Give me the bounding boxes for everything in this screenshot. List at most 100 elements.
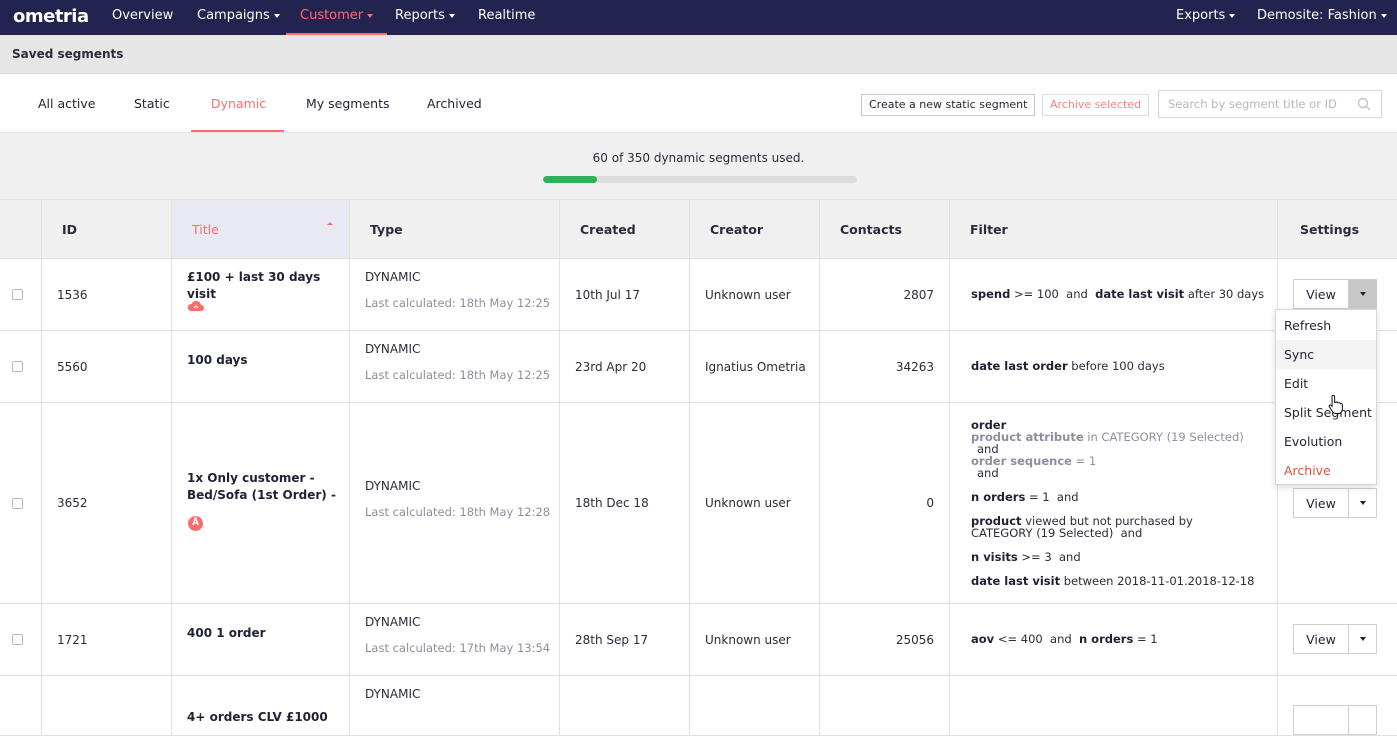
filter-field: spend [971, 287, 1011, 301]
header-label: Type [370, 222, 403, 237]
created-date: 23rd Apr 20 [575, 360, 647, 374]
header-contacts[interactable]: Contacts [820, 200, 950, 259]
segment-id: 5560 [57, 360, 88, 374]
segment-title[interactable]: 400 1 order [187, 625, 266, 642]
ometria-logo[interactable]: ometria [13, 6, 89, 27]
segment-title[interactable]: 1x Only customer - Bed/Sofa (1st Order) … [187, 470, 337, 504]
filter-field: n orders [971, 490, 1026, 504]
created-date: 10th Jul 17 [575, 288, 640, 302]
hand-cursor-icon [1328, 395, 1343, 414]
creator: Ignatius Ometria [705, 360, 806, 374]
caret-down-icon [1360, 501, 1366, 505]
caret-down-icon [367, 13, 374, 18]
creator: Unknown user [705, 288, 791, 302]
nav-reports[interactable]: Reports [395, 0, 455, 35]
create-static-segment-button[interactable]: Create a new static segment [861, 94, 1036, 116]
nav-demosite[interactable]: Demosite: Fashion [1257, 0, 1387, 35]
menu-item-evolution[interactable]: Evolution [1276, 427, 1376, 456]
view-button[interactable]: View [1294, 496, 1348, 511]
nav-customer[interactable]: Customer [286, 0, 388, 35]
filter-operator: after 30 days [1187, 287, 1265, 301]
segment-type: DYNAMIC [365, 615, 421, 629]
menu-item-edit[interactable]: Edit [1276, 369, 1376, 398]
filter-operator: >= 3 [1021, 550, 1052, 564]
header-label: Contacts [840, 222, 902, 237]
nav-campaigns[interactable]: Campaigns [197, 0, 280, 35]
contacts-count: 0 [926, 496, 934, 510]
search-icon[interactable] [1357, 97, 1371, 111]
filter-operator: before 100 days [1071, 359, 1165, 373]
header-settings: Settings [1278, 200, 1397, 259]
header-id[interactable]: ID [42, 200, 172, 259]
segment-id: 3652 [57, 496, 88, 510]
header-created[interactable]: Created [560, 200, 690, 259]
segment-filter: order product attribute in CATEGORY (19 … [950, 403, 1278, 604]
filter-field: aov [971, 632, 995, 646]
segment-filter: date last order before 100 days [971, 360, 1165, 372]
nav-label: Customer [300, 8, 364, 23]
nav-label: Overview [112, 8, 174, 23]
view-button[interactable]: View [1294, 632, 1348, 647]
filter-operator: CATEGORY (19 Selected) [971, 526, 1114, 540]
archive-selected-button[interactable]: Archive selected [1042, 94, 1150, 116]
sort-ascending-icon [327, 222, 333, 225]
filter-operator: = 1 [1136, 632, 1158, 646]
usage-text: 60 of 350 dynamic segments used. [592, 151, 805, 165]
segment-title[interactable]: 100 days [187, 352, 248, 369]
header-label: Settings [1300, 222, 1360, 237]
caret-down-icon [273, 13, 280, 18]
filter-field: date last visit [971, 574, 1061, 588]
nav-realtime[interactable]: Realtime [478, 0, 535, 35]
segment-title[interactable]: £100 + last 30 days visit [187, 269, 349, 303]
menu-item-refresh[interactable]: Refresh [1276, 311, 1376, 340]
search-input[interactable] [1159, 91, 1349, 117]
nav-overview[interactable]: Overview [112, 0, 173, 35]
filter-and: and [1120, 526, 1143, 540]
segment-search [1158, 90, 1382, 118]
tab-dynamic[interactable]: Dynamic [211, 96, 266, 111]
nav-label: Campaigns [197, 8, 270, 23]
row-checkbox[interactable] [12, 289, 23, 300]
tab-static[interactable]: Static [134, 96, 170, 111]
creator: Unknown user [705, 633, 791, 647]
settings-dropdown-toggle[interactable] [1348, 625, 1377, 653]
view-button[interactable]: View [1294, 287, 1348, 302]
nav-exports[interactable]: Exports [1176, 0, 1236, 35]
tab-all-active[interactable]: All active [38, 96, 95, 111]
settings-dropdown-toggle[interactable] [1348, 280, 1377, 308]
row-checkbox[interactable] [12, 361, 23, 372]
filter-operator: = 1 [1075, 454, 1097, 468]
segment-usage-panel: 60 of 350 dynamic segments used. [0, 132, 1397, 200]
tab-archived[interactable]: Archived [427, 96, 482, 111]
caret-down-icon [1229, 13, 1236, 18]
filter-and: and [977, 466, 999, 480]
tab-my-segments[interactable]: My segments [306, 96, 390, 111]
last-calculated: Last calculated: 18th May 12:25 [365, 368, 551, 382]
menu-item-archive[interactable]: Archive [1276, 456, 1376, 485]
contacts-count: 34263 [895, 360, 934, 374]
settings-dropdown-toggle[interactable] [1348, 489, 1377, 517]
header-type[interactable]: Type [350, 200, 560, 259]
header-label: Filter [970, 222, 1008, 237]
filter-field: date last order [971, 359, 1068, 373]
settings-dropdown-toggle[interactable] [1348, 706, 1377, 734]
creator: Unknown user [705, 496, 791, 510]
segment-filter: aov <= 400 and n orders = 1 [971, 633, 1158, 645]
menu-item-split-segment[interactable]: Split Segment [1276, 398, 1376, 427]
segment-filter: spend >= 100 and date last visit after 3… [971, 288, 1264, 300]
menu-item-sync[interactable]: Sync [1276, 340, 1376, 369]
segment-title[interactable]: 4+ orders CLV £1000 [187, 709, 328, 726]
filter-operator: between 2018-11-01.2018-12-18 [1063, 574, 1255, 588]
cloud-sync-icon [187, 300, 204, 311]
filter-and: and [1066, 287, 1088, 301]
header-creator[interactable]: Creator [690, 200, 820, 259]
header-title[interactable]: Title [172, 200, 350, 259]
header-filter[interactable]: Filter [950, 200, 1278, 259]
row-checkbox[interactable] [12, 634, 23, 645]
header-label: Title [192, 222, 219, 237]
nav-label: Demosite: Fashion [1257, 8, 1377, 23]
row-checkbox[interactable] [12, 498, 23, 509]
flag-badge-icon: Ä [188, 516, 203, 531]
view-split-button [1293, 705, 1377, 735]
filter-operator: = 1 [1028, 490, 1050, 504]
